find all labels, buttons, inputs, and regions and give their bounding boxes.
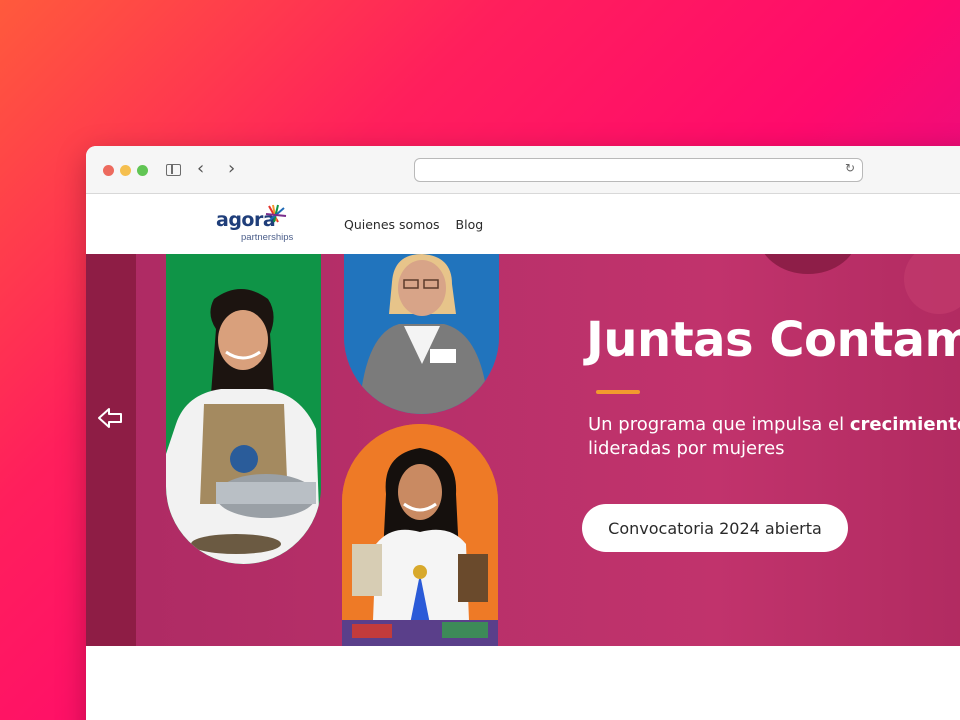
woman-chef-illustration: [166, 254, 321, 564]
nav-item-blog[interactable]: Blog: [456, 217, 484, 232]
decorative-circle: [758, 254, 858, 274]
browser-toolbar: ‹ › ↻: [86, 146, 960, 194]
carousel-previous-slide-strip: [86, 254, 136, 646]
nav-item-quienes-somos[interactable]: Quienes somos: [344, 217, 440, 232]
hero-banner: Juntas Contam Un programa que impulsa el…: [86, 254, 960, 646]
hero-title: Juntas Contam: [586, 312, 960, 368]
minimize-window-button[interactable]: [120, 165, 131, 176]
browser-window: ‹ › ↻ agora partnerships Quienes somos B…: [86, 146, 960, 720]
close-window-button[interactable]: [103, 165, 114, 176]
reload-icon[interactable]: ↻: [845, 161, 855, 175]
site-header: agora partnerships Quienes somos Blog: [86, 194, 960, 254]
maximize-window-button[interactable]: [137, 165, 148, 176]
subtitle-highlight: crecimiento: [849, 414, 960, 435]
forward-icon[interactable]: ›: [228, 158, 235, 179]
woman-artisan-photo: [342, 424, 498, 646]
woman-blazer-illustration: [344, 254, 499, 414]
arrow-left-icon[interactable]: [96, 404, 124, 432]
subtitle-line2: lideradas por mujeres: [588, 438, 785, 459]
logo-subtitle: partnerships: [241, 232, 294, 243]
woman-artisan-illustration: [342, 424, 498, 646]
title-accent-line: [596, 390, 640, 394]
convocatoria-button[interactable]: Convocatoria 2024 abierta: [582, 504, 848, 552]
subtitle-prefix: Un programa que impulsa el: [588, 414, 850, 435]
woman-chef-photo: [166, 254, 321, 564]
woman-blazer-photo: [344, 254, 499, 414]
hero-subtitle: Un programa que impulsa el crecimiento l…: [588, 413, 960, 461]
back-icon[interactable]: ‹: [197, 158, 204, 179]
address-bar[interactable]: ↻: [414, 158, 863, 182]
sidebar-toggle-icon[interactable]: [166, 164, 181, 176]
main-nav: Quienes somos Blog: [344, 217, 483, 232]
logo-mark-icon: [265, 204, 287, 223]
decorative-circle: [904, 254, 960, 314]
